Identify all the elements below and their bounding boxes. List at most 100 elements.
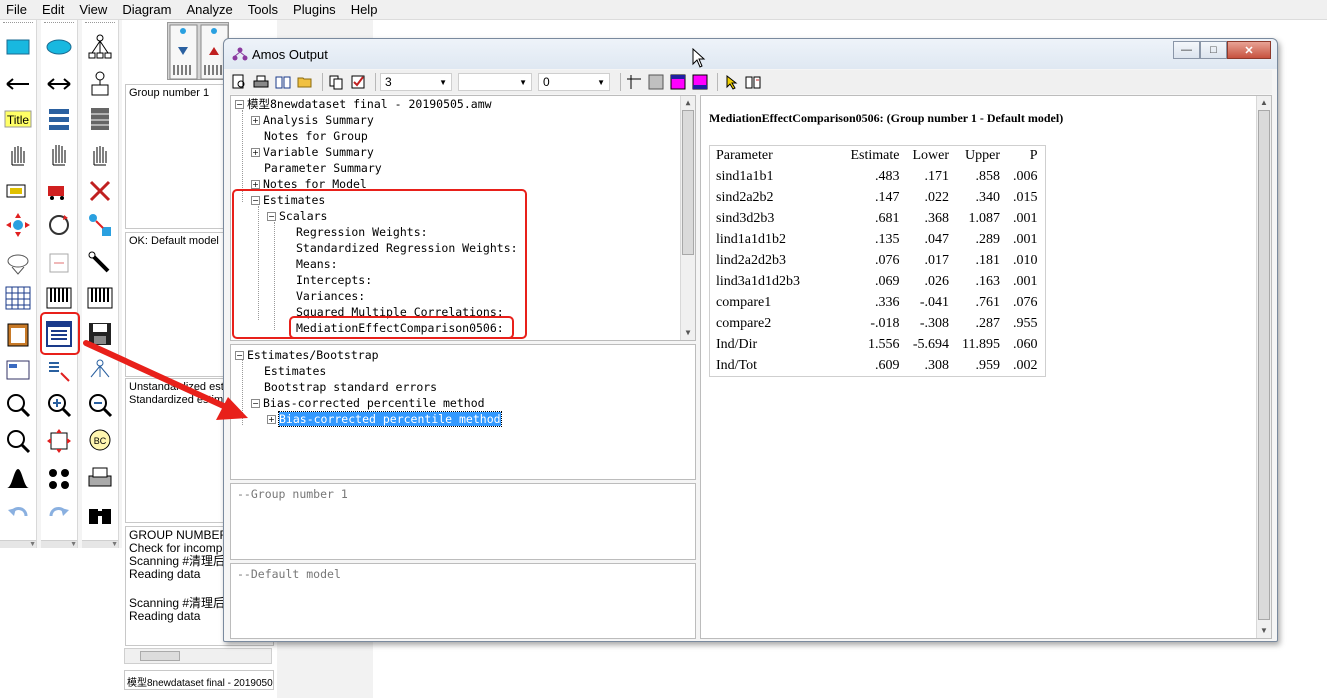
- undo-icon[interactable]: [3, 499, 33, 529]
- open-folder-icon[interactable]: [296, 73, 314, 91]
- tree-item[interactable]: Parameter Summary: [264, 160, 382, 176]
- menu-help[interactable]: Help: [351, 2, 378, 17]
- printer-icon[interactable]: [85, 463, 115, 493]
- model-pane[interactable]: --Default model: [230, 563, 696, 639]
- save-icon[interactable]: [85, 319, 115, 349]
- column-header: Upper: [965, 148, 1001, 164]
- compare-groups-icon[interactable]: [44, 463, 74, 493]
- magenta-fill-icon[interactable]: [669, 73, 687, 91]
- help-pointer-icon[interactable]: [722, 73, 740, 91]
- view-page-icon[interactable]: [3, 426, 33, 456]
- unique-variable-icon[interactable]: [85, 69, 115, 99]
- options-checkbox-icon[interactable]: [349, 73, 367, 91]
- menu-diagram[interactable]: Diagram: [122, 2, 171, 17]
- menu-analyze[interactable]: Analyze: [186, 2, 232, 17]
- menu-tools[interactable]: Tools: [248, 2, 278, 17]
- collapse-icon[interactable]: −: [235, 351, 244, 360]
- decimals-select[interactable]: 3 ▼: [380, 73, 452, 91]
- window-titlebar[interactable]: Amos Output — □ ✕: [224, 39, 1277, 69]
- hand-icon[interactable]: [3, 140, 33, 170]
- rotate-icon[interactable]: [44, 210, 74, 240]
- parameter-cell: lind2a2d2b3: [716, 253, 786, 268]
- histogram-icon[interactable]: [3, 463, 33, 493]
- touch-up-icon[interactable]: [85, 248, 115, 278]
- piano-2-icon[interactable]: [85, 283, 115, 313]
- magenta-fill-2-icon[interactable]: [691, 73, 709, 91]
- print-icon[interactable]: [252, 73, 270, 91]
- table-width-select[interactable]: 0 ▼: [538, 73, 610, 91]
- bootstrap-root[interactable]: − Estimates/Bootstrap: [235, 347, 379, 363]
- title-icon[interactable]: Title: [3, 104, 33, 134]
- zoom-out-icon[interactable]: [85, 390, 115, 420]
- model-item[interactable]: --Default model: [237, 566, 341, 582]
- multi-hand-icon[interactable]: [44, 140, 74, 170]
- calculate-icon[interactable]: [44, 356, 74, 386]
- bootstrap-tree[interactable]: − Estimates/Bootstrap Estimates Bootstrap…: [230, 344, 696, 480]
- output-scrollbar[interactable]: ▲ ▼: [1256, 96, 1271, 638]
- zoom-in-icon[interactable]: [44, 390, 74, 420]
- bootstrap-item[interactable]: − Bias-corrected percentile method: [251, 395, 485, 411]
- tree-scrollbar[interactable]: ▲ ▼: [680, 96, 695, 340]
- gray-fill-icon[interactable]: [647, 73, 665, 91]
- value-cell: -.018: [870, 316, 900, 331]
- menu-plugins[interactable]: Plugins: [293, 2, 336, 17]
- expand-icon[interactable]: +: [251, 116, 260, 125]
- collapse-icon[interactable]: −: [235, 100, 244, 109]
- piano-icon[interactable]: [44, 283, 74, 313]
- analysis-properties-icon[interactable]: [3, 356, 33, 386]
- specification-search-icon[interactable]: [85, 356, 115, 386]
- log-scrollbar[interactable]: [124, 648, 272, 664]
- bootstrap-item[interactable]: Estimates: [264, 363, 326, 379]
- value-cell: .163: [975, 274, 1001, 289]
- redo-icon[interactable]: [44, 499, 74, 529]
- value-cell: .001: [1013, 211, 1038, 226]
- help-book-icon[interactable]: [744, 73, 762, 91]
- data-table-icon[interactable]: [3, 283, 33, 313]
- rectangle-icon[interactable]: [3, 32, 33, 62]
- close-button[interactable]: ✕: [1227, 41, 1271, 59]
- group-pane[interactable]: --Group number 1: [230, 483, 696, 560]
- minimize-button[interactable]: —: [1173, 41, 1200, 59]
- print-preview-icon[interactable]: [230, 73, 248, 91]
- truck-icon[interactable]: [3, 176, 33, 206]
- clipboard-icon[interactable]: [3, 319, 33, 349]
- deselect-hand-icon[interactable]: [85, 140, 115, 170]
- reflect-icon[interactable]: [44, 248, 74, 278]
- collapse-icon[interactable]: −: [251, 399, 260, 408]
- list-variables-icon[interactable]: [44, 104, 74, 134]
- table-format-icon[interactable]: [625, 73, 643, 91]
- double-arrow-icon[interactable]: [44, 69, 74, 99]
- column-select[interactable]: ▼: [458, 73, 532, 91]
- abc-icon[interactable]: BC: [85, 426, 115, 456]
- bootstrap-item[interactable]: Bootstrap standard errors: [264, 379, 437, 395]
- book-icon[interactable]: [274, 73, 292, 91]
- menu-view[interactable]: View: [79, 2, 107, 17]
- shape-change-icon[interactable]: [85, 210, 115, 240]
- input-output-path-toggle[interactable]: [167, 22, 229, 80]
- menu-file[interactable]: File: [6, 2, 27, 17]
- zoom-select-icon[interactable]: [3, 390, 33, 420]
- menu-edit[interactable]: Edit: [42, 2, 64, 17]
- tree-item[interactable]: + Analysis Summary: [251, 112, 374, 128]
- group-item[interactable]: --Group number 1: [237, 486, 348, 502]
- maximize-button[interactable]: □: [1200, 41, 1227, 59]
- tree-root[interactable]: − 模型8newdataset final - 20190505.amw: [235, 96, 492, 112]
- binoculars-icon[interactable]: [85, 499, 115, 529]
- expand-icon[interactable]: +: [251, 180, 260, 189]
- table-row: compare1 .336 -.041 .761 .076: [710, 293, 1046, 314]
- tree-item[interactable]: + Variable Summary: [251, 144, 374, 160]
- move-icon[interactable]: [3, 210, 33, 240]
- bootstrap-item-selected[interactable]: + Bias-corrected percentile method: [267, 411, 502, 427]
- tree-item[interactable]: Notes for Group: [264, 128, 368, 144]
- copy-truck-icon[interactable]: [44, 176, 74, 206]
- arrow-icon[interactable]: [3, 69, 33, 99]
- list-objects-icon[interactable]: [85, 104, 115, 134]
- erase-icon[interactable]: [85, 176, 115, 206]
- copy-icon[interactable]: [327, 73, 345, 91]
- ellipse-icon[interactable]: [44, 32, 74, 62]
- resize-icon[interactable]: [44, 426, 74, 456]
- expand-icon[interactable]: +: [251, 148, 260, 157]
- expand-icon[interactable]: +: [267, 415, 276, 424]
- indicator-icon[interactable]: [85, 32, 115, 62]
- ellipse-shape-icon[interactable]: [3, 248, 33, 278]
